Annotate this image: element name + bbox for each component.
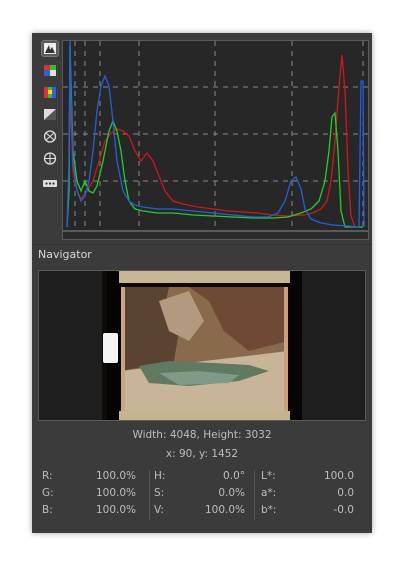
raw-icon[interactable] xyxy=(42,129,58,144)
crosshair-icon[interactable] xyxy=(42,151,58,166)
rgb-r-value: 100.0% xyxy=(95,470,136,482)
image-dimensions: Width: 4048, Height: 3032 xyxy=(132,429,272,441)
histogram-toolbar xyxy=(40,40,60,198)
rgb-channels-icon[interactable] xyxy=(42,63,58,78)
lab-l-label: L*: xyxy=(261,470,276,482)
lab-b-label: b*: xyxy=(261,504,277,516)
lab-a-label: a*: xyxy=(261,487,277,499)
divider xyxy=(32,244,372,245)
more-icon[interactable] xyxy=(42,176,58,191)
hsv-s-value: 0.0% xyxy=(218,487,245,499)
chroma-icon[interactable] xyxy=(42,107,58,122)
hsv-v-label: V: xyxy=(154,504,164,516)
histogram-navigator-panel: Navigator Width: 4048, Height: 3032 x: 9… xyxy=(32,33,372,533)
histogram-scrollbar[interactable] xyxy=(62,231,369,240)
navigator-preview[interactable] xyxy=(38,270,366,421)
cursor-coordinates: x: 90, y: 1452 xyxy=(165,448,239,460)
histogram-plot[interactable] xyxy=(62,40,369,231)
hsv-h-value: 0.0° xyxy=(223,470,245,482)
hsv-v-value: 100.0% xyxy=(204,504,245,516)
rgb-g-label: G: xyxy=(42,487,54,499)
rgb-r-label: R: xyxy=(42,470,53,482)
histogram-linear-icon[interactable] xyxy=(41,40,59,57)
hsv-s-label: S: xyxy=(154,487,165,499)
rgb-b-value: 100.0% xyxy=(95,504,136,516)
lab-b-value: -0.0 xyxy=(333,504,355,516)
hsv-h-label: H: xyxy=(154,470,166,482)
rgb-g-value: 100.0% xyxy=(95,487,136,499)
bar-display-icon[interactable] xyxy=(42,85,58,100)
navigator-title: Navigator xyxy=(38,248,92,261)
rgb-b-label: B: xyxy=(42,504,53,516)
lab-l-value: 100.0 xyxy=(323,470,354,482)
lab-a-value: 0.0 xyxy=(337,487,354,499)
